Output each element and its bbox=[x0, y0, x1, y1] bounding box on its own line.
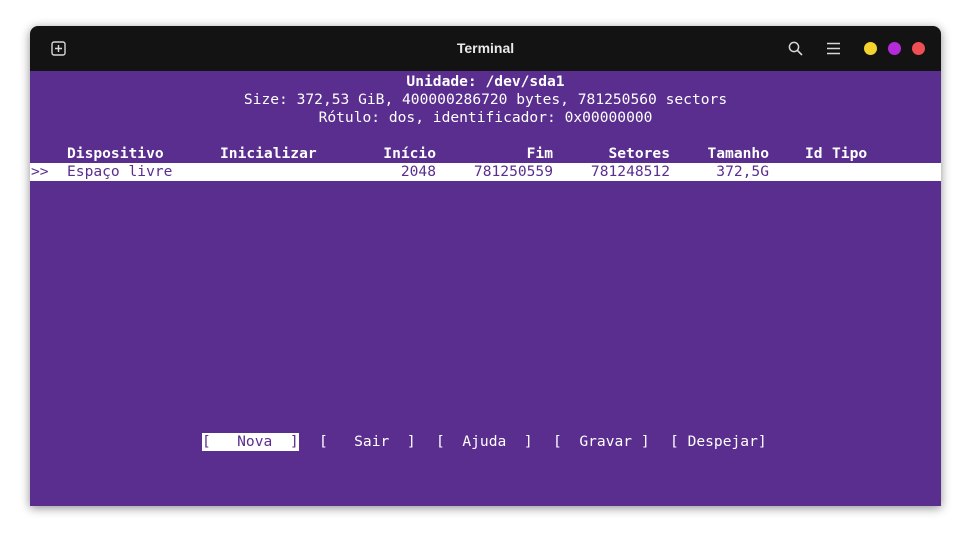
row-sectors: 781248512 bbox=[590, 163, 670, 180]
terminal-content[interactable]: Unidade: /dev/sda1 Size: 372,53 GiB, 400… bbox=[30, 71, 941, 506]
nova-button[interactable]: [ Nova ] bbox=[202, 433, 299, 451]
title-bar: Terminal bbox=[30, 26, 941, 71]
header-id: Id bbox=[805, 145, 823, 162]
close-button[interactable] bbox=[912, 42, 925, 55]
sair-button[interactable]: [ Sair ] bbox=[319, 433, 416, 451]
row-device: Espaço livre bbox=[67, 163, 173, 180]
minimize-button[interactable] bbox=[864, 42, 877, 55]
window-title: Terminal bbox=[456, 40, 515, 56]
unit-line: Unidade: /dev/sda1 bbox=[406, 73, 565, 90]
table-header: Dispositivo Inicializar Início Fim Setor… bbox=[30, 145, 941, 163]
header-device: Dispositivo bbox=[67, 145, 164, 162]
ajuda-button[interactable]: [ Ajuda ] bbox=[436, 433, 533, 451]
label-line: Rótulo: dos, identificador: 0x00000000 bbox=[318, 109, 653, 126]
size-line: Size: 372,53 GiB, 400000286720 bytes, 78… bbox=[243, 91, 728, 108]
header-start: Início bbox=[383, 145, 436, 162]
row-size: 372,5G bbox=[716, 163, 769, 180]
header-type: Tipo bbox=[832, 145, 868, 162]
header-end: Fim bbox=[526, 145, 553, 162]
hamburger-menu-icon[interactable] bbox=[826, 42, 841, 55]
action-bar: [ Nova ] [ Sair ] [ Ajuda ] [ Gravar ] [… bbox=[30, 433, 941, 451]
search-icon[interactable] bbox=[788, 41, 803, 56]
header-sectors: Setores bbox=[608, 145, 670, 162]
maximize-button[interactable] bbox=[888, 42, 901, 55]
header-boot: Inicializar bbox=[220, 145, 317, 162]
header-size: Tamanho bbox=[707, 145, 769, 162]
row-start: 2048 bbox=[400, 163, 436, 180]
row-end: 781250559 bbox=[473, 163, 553, 180]
terminal-window: Terminal Unidade: /dev/sda1 Size: 372,53… bbox=[30, 26, 941, 506]
despejar-button[interactable]: [ Despejar] bbox=[670, 433, 767, 451]
table-row[interactable]: >> Espaço livre 2048 781250559 781248512… bbox=[30, 163, 941, 181]
gravar-button[interactable]: [ Gravar ] bbox=[553, 433, 650, 451]
row-marker: >> bbox=[31, 163, 49, 180]
